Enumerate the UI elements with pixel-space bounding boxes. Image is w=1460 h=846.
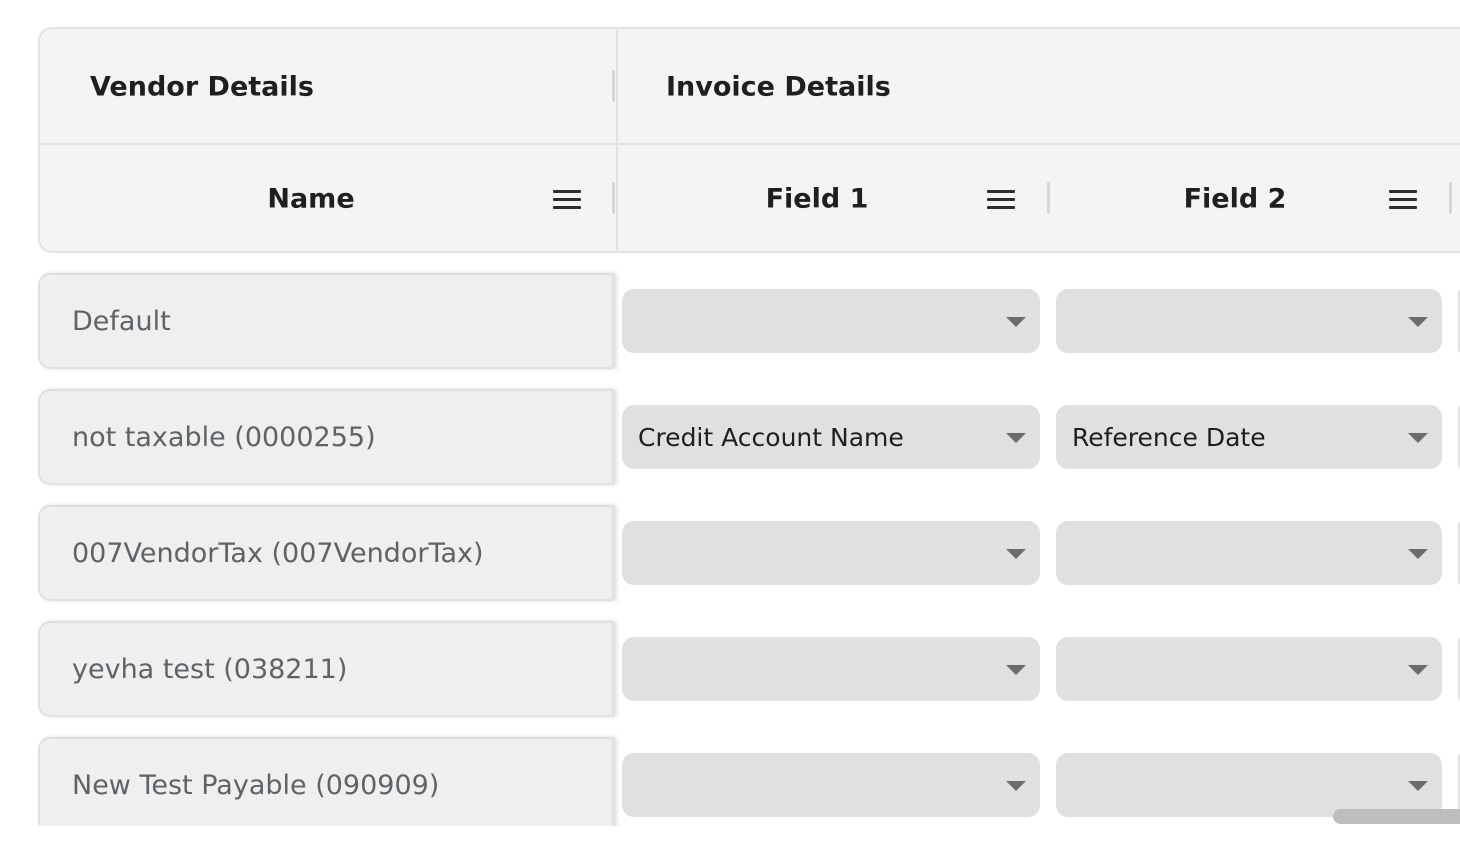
caret-down-icon (1408, 781, 1428, 791)
name-column-resize-handle[interactable] (612, 182, 615, 214)
group-divider (616, 29, 618, 251)
vendor-name-cell: New Test Payable (090909) (38, 737, 614, 833)
name-column-menu-icon[interactable] (553, 188, 583, 210)
viewport-bottom-edge (0, 826, 1460, 846)
caret-down-icon (1408, 665, 1428, 675)
header-row-divider (40, 143, 1460, 145)
caret-down-icon (1408, 317, 1428, 327)
group-header-vendor-details: Vendor Details (90, 71, 314, 103)
field-1-select[interactable] (622, 521, 1040, 585)
caret-down-icon (1006, 317, 1026, 327)
field-1-select[interactable] (622, 637, 1040, 701)
grid-header: Vendor Details Invoice Details Name Fiel… (38, 27, 1460, 253)
column-header-field-2[interactable]: Field 2 (1184, 184, 1287, 215)
horizontal-scrollbar-thumb[interactable] (1333, 809, 1460, 824)
field-1-column-menu-icon[interactable] (987, 188, 1017, 210)
group-header-invoice-details: Invoice Details (666, 71, 891, 103)
field-1-select[interactable] (622, 753, 1040, 817)
vendor-name-cell: not taxable (0000255) (38, 389, 614, 485)
caret-down-icon (1408, 549, 1428, 559)
field-2-select[interactable] (1056, 521, 1442, 585)
field-1-select-value: Credit Account Name (638, 422, 904, 452)
field-1-column-resize-handle[interactable] (1047, 182, 1050, 214)
vendor-name-cell: Default (38, 273, 614, 369)
group-resize-handle[interactable] (612, 70, 615, 102)
caret-down-icon (1006, 781, 1026, 791)
vendor-invoice-mapping-grid: Vendor Details Invoice Details Name Fiel… (0, 0, 1460, 846)
field-2-column-resize-handle[interactable] (1449, 182, 1452, 214)
column-header-field-1[interactable]: Field 1 (766, 184, 869, 215)
vendor-name-cell: 007VendorTax (007VendorTax) (38, 505, 614, 601)
field-1-select[interactable] (622, 289, 1040, 353)
field-2-select[interactable] (1056, 637, 1442, 701)
field-2-select[interactable]: Reference Date (1056, 405, 1442, 469)
caret-down-icon (1006, 433, 1026, 443)
field-1-select[interactable]: Credit Account Name (622, 405, 1040, 469)
field-2-column-menu-icon[interactable] (1389, 188, 1419, 210)
caret-down-icon (1408, 433, 1428, 443)
column-header-name[interactable]: Name (267, 184, 354, 215)
field-2-select[interactable] (1056, 289, 1442, 353)
field-2-select[interactable] (1056, 753, 1442, 817)
caret-down-icon (1006, 665, 1026, 675)
vendor-name-cell: yevha test (038211) (38, 621, 614, 717)
field-2-select-value: Reference Date (1072, 422, 1266, 452)
caret-down-icon (1006, 549, 1026, 559)
